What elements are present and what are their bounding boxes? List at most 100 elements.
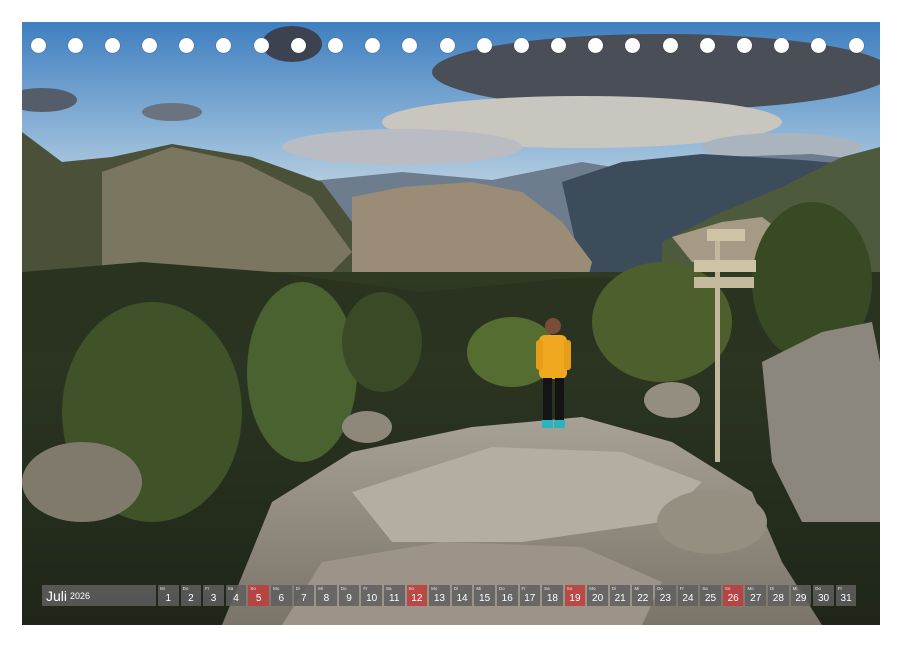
spiral-binding — [22, 38, 880, 56]
day-number: 22 — [637, 593, 649, 604]
month-calendar-bar: Juli 2026 Mi 1 Do 2 Fr 3 Sa 4 So 5 Mo 6 Di 7 Mi 8 Do 9 Fr 1… — [42, 585, 860, 606]
weekday-label: Do — [498, 586, 505, 591]
calendar-day-sunday: So 5 — [248, 585, 269, 606]
calendar-day-sunday: So 26 — [722, 585, 744, 606]
weekday-label: Mo — [272, 586, 280, 591]
calendar-day: Di 14 — [451, 585, 473, 606]
binding-ring — [216, 38, 232, 53]
calendar-day: Fr 24 — [677, 585, 699, 606]
calendar-day: Fr 3 — [203, 585, 224, 606]
month-label-box: Juli 2026 — [42, 585, 156, 606]
weekday-label: Mi — [476, 586, 482, 591]
binding-ring — [104, 38, 120, 53]
day-number: 4 — [233, 593, 239, 604]
binding-ring — [365, 38, 381, 53]
day-number: 27 — [750, 593, 762, 604]
calendar-day: Do 23 — [655, 585, 676, 606]
day-number: 21 — [614, 593, 626, 604]
weekday-label: Do — [182, 586, 189, 591]
weekday-label: Sa — [385, 586, 392, 591]
weekday-label: Mo — [747, 586, 754, 591]
calendar-page: Juli 2026 Mi 1 Do 2 Fr 3 Sa 4 So 5 Mo 6 Di 7 Mi 8 Do 9 Fr 1… — [0, 0, 902, 648]
year-label: 2026 — [70, 590, 91, 601]
calendar-day: Mi 29 — [790, 585, 812, 606]
day-number: 8 — [323, 593, 330, 604]
day-number: 18 — [546, 593, 558, 604]
weekday-label: Fr — [679, 586, 684, 591]
calendar-day: Mo 6 — [270, 585, 292, 606]
day-number: 28 — [772, 593, 784, 604]
binding-ring — [290, 38, 306, 53]
day-number: 2 — [188, 593, 194, 604]
weekday-label: Mo — [589, 586, 596, 591]
weekday-label: So — [724, 586, 731, 591]
calendar-day: Mi 1 — [158, 585, 179, 606]
binding-ring — [588, 38, 604, 53]
calendar-day: Mi 22 — [632, 585, 654, 606]
day-number: 25 — [704, 593, 717, 604]
binding-ring — [551, 38, 567, 53]
calendar-day: Sa 11 — [383, 585, 405, 606]
day-number: 3 — [210, 593, 217, 604]
binding-ring — [513, 38, 529, 53]
binding-ring — [30, 38, 46, 53]
weekday-label: Di — [611, 586, 617, 591]
weekday-label: Fr — [363, 586, 368, 591]
weekday-label: Mi — [634, 586, 640, 591]
day-number: 24 — [682, 593, 694, 604]
calendar-day: Di 7 — [293, 585, 315, 606]
calendar-day: Sa 4 — [225, 585, 247, 606]
day-number: 20 — [592, 593, 604, 604]
day-number: 5 — [255, 593, 262, 604]
day-number: 17 — [524, 593, 536, 604]
weekday-label: So — [408, 586, 415, 591]
day-number: 10 — [366, 593, 378, 604]
binding-ring — [662, 38, 678, 53]
hiker-landscape-image — [22, 22, 880, 625]
weekday-label: Di — [295, 586, 300, 591]
day-number: 23 — [659, 593, 671, 604]
calendar-day: Mo 13 — [429, 585, 450, 606]
day-number: 14 — [456, 593, 468, 604]
day-number: 31 — [840, 593, 852, 604]
weekday-label: Fr — [521, 586, 526, 591]
day-number: 11 — [389, 593, 400, 604]
calendar-day: Do 2 — [180, 585, 202, 606]
binding-ring — [439, 38, 455, 53]
calendar-day: Sa 18 — [542, 585, 563, 606]
weekday-label: Fr — [205, 586, 210, 591]
calendar-day: Di 28 — [768, 585, 789, 606]
calendar-day: Sa 25 — [700, 585, 721, 606]
calendar-day-sunday: So 19 — [564, 585, 586, 606]
calendar-day: Mi 8 — [316, 585, 337, 606]
binding-ring — [848, 38, 864, 53]
binding-ring — [402, 38, 418, 53]
day-number: 26 — [727, 593, 739, 604]
month-name: Juli — [46, 587, 68, 604]
binding-ring — [699, 38, 715, 53]
calendar-day-sunday: So 12 — [406, 585, 428, 606]
calendar-day: Fr 17 — [519, 585, 541, 606]
binding-ring — [811, 38, 827, 53]
calendar-day: Mi 15 — [474, 585, 495, 606]
binding-ring — [253, 38, 269, 53]
binding-ring — [736, 38, 752, 53]
weekday-label: Sa — [702, 586, 708, 591]
binding-ring — [179, 38, 195, 53]
weekday-label: So — [250, 586, 256, 591]
weekday-label: Do — [815, 586, 821, 591]
weekday-label: Mo — [431, 586, 438, 591]
calendar-day: Di 21 — [609, 585, 631, 606]
day-number: 12 — [411, 593, 423, 604]
day-number: 6 — [278, 593, 285, 604]
binding-ring — [774, 38, 790, 53]
day-number: 15 — [479, 593, 491, 604]
binding-ring — [327, 38, 343, 53]
day-number: 19 — [569, 593, 581, 604]
weekday-label: Sa — [544, 586, 550, 591]
day-number: 9 — [346, 593, 352, 604]
day-number: 30 — [817, 593, 830, 604]
weekday-label: Sa — [227, 586, 234, 591]
calendar-day: Mo 20 — [587, 585, 608, 606]
calendar-day: Do 9 — [338, 585, 360, 606]
